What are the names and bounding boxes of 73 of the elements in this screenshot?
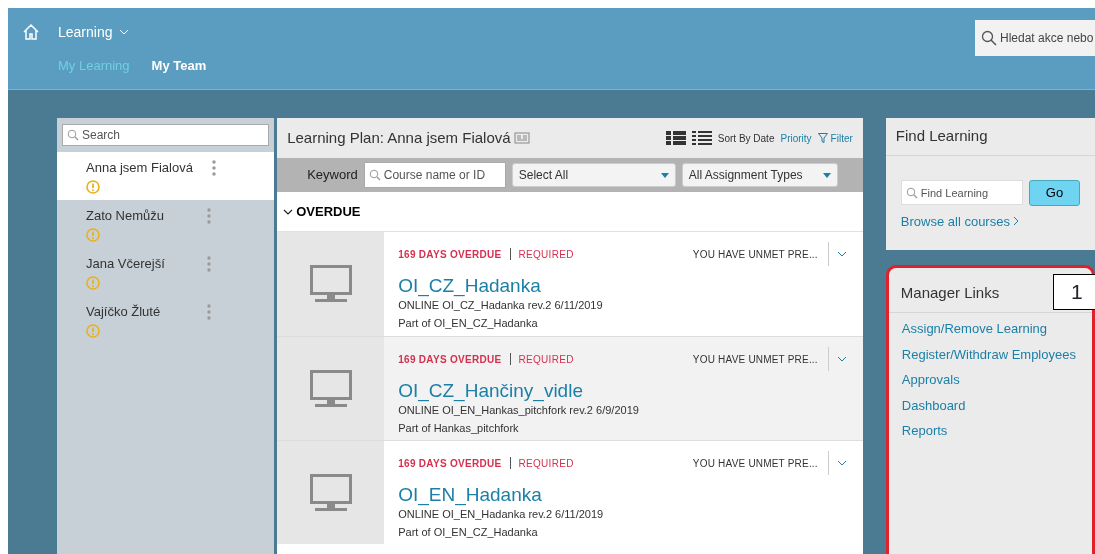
curriculum-text: Part of OI_EN_CZ_Hadanka [398, 524, 539, 540]
expand-icon[interactable] [836, 460, 847, 466]
person-item[interactable]: Anna jsem Fialová [57, 152, 275, 200]
prerequisite-notice: YOU HAVE UNMET PRE... [692, 247, 818, 262]
search-field[interactable]: Search [62, 124, 270, 146]
course-title-link[interactable]: OI_CZ_Hančiny_vidle [398, 381, 583, 402]
search-icon [905, 186, 918, 199]
search-icon [981, 30, 997, 46]
expand-icon[interactable] [836, 251, 847, 257]
course-details: ONLINE OI_EN_Hankas_pitchfork rev.2 6/9/2019 [398, 403, 640, 418]
keyword-field[interactable]: Course name or ID [363, 162, 506, 188]
course-title-link[interactable]: OI_EN_Hadanka [398, 485, 542, 506]
compact-list-icon[interactable] [691, 130, 712, 146]
person-name: Jana Včerejší [86, 255, 165, 273]
overdue-status: 169 DAYS OVERDUE [398, 352, 502, 367]
manager-link[interactable]: Assign/Remove Learning [901, 319, 1048, 339]
more-options-icon[interactable] [207, 304, 212, 320]
course-title-link[interactable]: OI_CZ_Hadanka [398, 276, 541, 297]
person-name: Anna jsem Fialová [86, 159, 193, 177]
global-search-field[interactable]: Hledat akce nebo [975, 20, 1095, 56]
card-title: Find Learning [895, 126, 988, 147]
more-options-icon[interactable] [207, 208, 212, 224]
go-button[interactable]: Go [1028, 180, 1081, 206]
person-name: Vajíčko Žluté [86, 303, 161, 321]
overdue-status: 169 DAYS OVERDUE [398, 456, 502, 471]
nav-tab[interactable]: My Team [151, 56, 207, 76]
filter-icon [817, 133, 828, 143]
required-tag: REQUIRED [518, 246, 574, 262]
more-options-icon[interactable] [212, 160, 217, 176]
course-details: ONLINE OI_EN_Hadanka rev.2 6/11/2019 [398, 507, 605, 522]
monitor-icon [309, 369, 352, 408]
list-view-icon[interactable] [665, 130, 686, 146]
assignment-type-dropdown[interactable]: All Assignment Types [681, 163, 838, 187]
manager-link[interactable]: Register/Withdraw Employees [901, 344, 1076, 364]
person-item[interactable]: Vajíčko Žluté [62, 296, 270, 344]
more-options-icon[interactable] [207, 256, 212, 272]
search-icon [368, 169, 381, 181]
manager-link[interactable]: Reports [901, 421, 948, 441]
plan-title: Learning Plan: Anna jsem Fialová [287, 127, 511, 148]
select-all-dropdown[interactable]: Select All [511, 163, 676, 187]
person-item[interactable]: Jana Včerejší [62, 248, 270, 296]
home-icon[interactable] [22, 23, 40, 41]
monitor-icon [309, 473, 352, 512]
curriculum-text: Part of OI_EN_CZ_Hadanka [398, 315, 539, 331]
required-tag: REQUIRED [518, 455, 574, 471]
find-learning-field[interactable]: Find Learning [900, 180, 1023, 206]
filter-button[interactable]: Filter [817, 130, 853, 146]
keyword-label: Keyword [307, 166, 358, 185]
person-name: Zato Nemůžu [86, 207, 165, 225]
course-details: ONLINE OI_CZ_Hadanka rev.2 6/11/2019 [398, 298, 604, 313]
chevron-down-icon[interactable] [118, 29, 129, 35]
caret-icon [660, 172, 669, 178]
browse-courses-link[interactable]: Browse all courses [900, 211, 1019, 231]
prerequisite-notice: YOU HAVE UNMET PRE... [692, 352, 818, 367]
sort-label: Sort By Date [717, 131, 775, 146]
chevron-down-icon [283, 208, 294, 215]
required-tag: REQUIRED [518, 351, 574, 367]
monitor-icon [309, 265, 352, 303]
manager-link[interactable]: Approvals [901, 370, 960, 390]
card-icon[interactable] [513, 132, 530, 144]
caret-icon [822, 172, 831, 178]
chevron-right-icon [1012, 216, 1019, 227]
overdue-status: 169 DAYS OVERDUE [398, 247, 502, 262]
callout-label: 1 [1052, 274, 1095, 310]
prerequisite-notice: YOU HAVE UNMET PRE... [692, 456, 818, 471]
manager-link[interactable]: Dashboard [901, 395, 966, 415]
person-item[interactable]: Zato Nemůžu [62, 200, 270, 248]
search-icon [67, 129, 79, 141]
curriculum-text: Part of Hankas_pitchfork [398, 420, 520, 436]
expand-icon[interactable] [836, 356, 847, 362]
card-title: Manager Links [900, 282, 1000, 303]
app-menu[interactable]: Learning [52, 20, 135, 44]
priority-link[interactable]: Priority [780, 130, 812, 146]
